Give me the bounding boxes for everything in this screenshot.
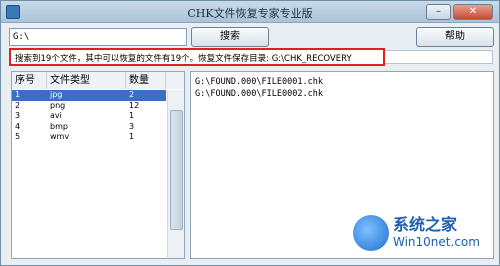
header-spacer [166,72,184,89]
title-bar[interactable]: CHK文件恢复专家专业版 – ✕ [1,1,499,23]
cell-type: avi [50,111,62,120]
status-text: 搜索到19个文件，其中可以恢复的文件有19个。恢复文件保存目录: G:\CHK_… [15,54,352,64]
cell-index: 1 [15,90,21,99]
file-list-item[interactable]: G:\FOUND.000\FILE0001.chk [191,76,323,88]
cell-index: 5 [15,132,21,141]
table-body: 1 jpg 2 2 png 12 3 avi 1 4 bmp 3 5 wmv 1 [12,90,166,143]
header-index[interactable]: 序号 [12,72,47,89]
cell-type: wmv [50,132,70,141]
app-window: CHK文件恢复专家专业版 – ✕ G:\ 搜索 帮助 搜索到19个文件，其中可以… [0,0,500,266]
watermark-title: 系统之家 [393,215,458,234]
table-row[interactable]: 4 bmp 3 [12,122,166,133]
status-bar: 搜索到19个文件，其中可以恢复的文件有19个。恢复文件保存目录: G:\CHK_… [9,48,385,66]
header-count[interactable]: 数量 [126,72,166,89]
search-button[interactable]: 搜索 [191,27,269,47]
help-button[interactable]: 帮助 [416,27,494,47]
cell-index: 4 [15,121,21,131]
cell-type: jpg [50,90,63,99]
table-row[interactable]: 2 png 12 [12,101,166,112]
scrollbar-thumb[interactable] [170,110,183,230]
cell-count: 12 [129,100,140,110]
minimize-button[interactable]: – [426,4,451,20]
cell-type: bmp [50,121,68,131]
cell-count: 3 [129,121,135,131]
cell-count: 1 [129,132,135,141]
cell-type: png [50,100,66,110]
table-row[interactable]: 3 avi 1 [12,111,166,122]
watermark-logo-icon [353,215,389,251]
window-controls: – ✕ [426,4,493,20]
cell-index: 3 [15,111,21,120]
table-row[interactable]: 1 jpg 2 [12,90,166,101]
close-button[interactable]: ✕ [453,4,493,20]
cell-index: 2 [15,100,21,110]
cell-count: 1 [129,111,135,120]
window-title: CHK文件恢复专家专业版 [187,7,313,20]
watermark: 系统之家 Win10net.com [353,209,493,261]
path-input[interactable]: G:\ [9,28,187,46]
file-list: G:\FOUND.000\FILE0001.chk G:\FOUND.000\F… [191,76,323,100]
table-header: 序号 文件类型 数量 [12,72,184,89]
status-bar-extension [385,50,493,64]
file-type-table: 序号 文件类型 数量 1 jpg 2 2 png 12 3 avi 1 4 bm… [11,71,185,259]
table-scrollbar[interactable] [167,90,184,258]
cell-count: 2 [129,90,135,99]
table-row[interactable]: 5 wmv 1 [12,132,166,143]
watermark-subtitle: Win10net.com [393,235,480,249]
header-type[interactable]: 文件类型 [47,72,126,89]
file-list-item[interactable]: G:\FOUND.000\FILE0002.chk [191,88,323,100]
